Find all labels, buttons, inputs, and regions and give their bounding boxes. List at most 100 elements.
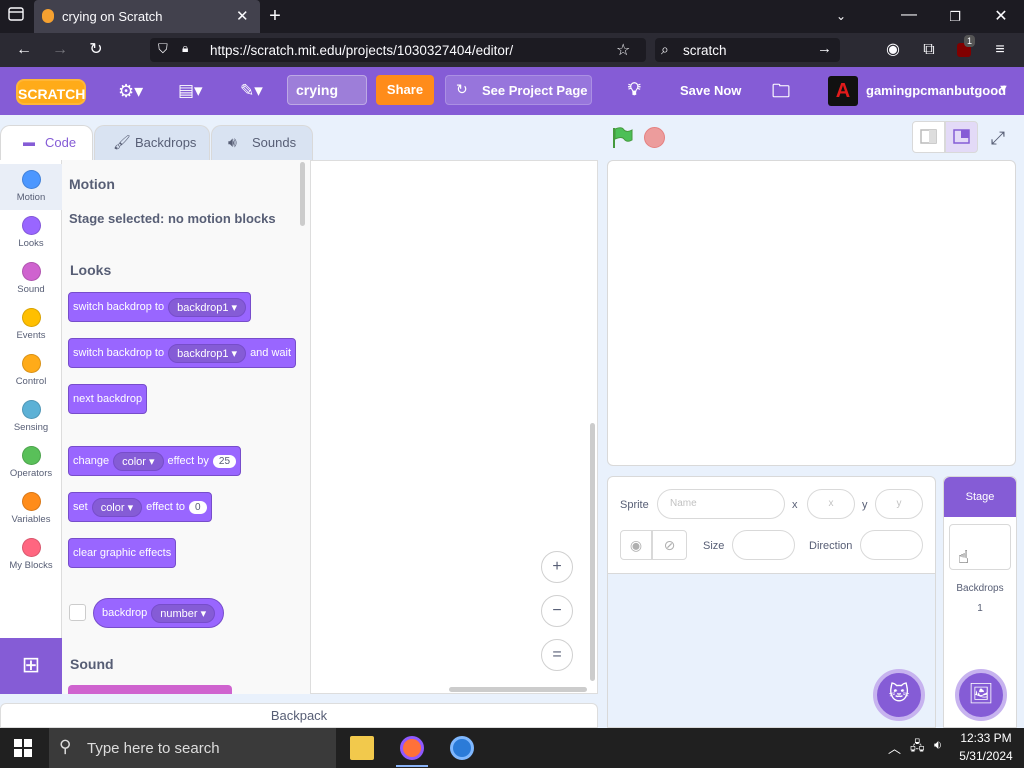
file-menu-icon[interactable]: ▤▾ <box>178 81 203 101</box>
code-workspace[interactable]: + − = <box>311 160 598 694</box>
set-effect-block[interactable]: set color ▾ effect to 0 <box>68 492 212 522</box>
next-backdrop-block[interactable]: next backdrop <box>68 384 148 414</box>
category-my-blocks[interactable]: My Blocks <box>0 532 62 578</box>
block-text: switch backdrop to <box>73 301 165 313</box>
chrome-icon[interactable] <box>450 736 474 760</box>
volume-icon[interactable]: 🔉︎ <box>934 737 942 753</box>
lock-icon[interactable]: 🔒︎ <box>182 41 188 56</box>
backdrop-reporter-block[interactable]: backdrop number ▾ <box>93 598 225 628</box>
firefox-icon[interactable] <box>400 736 424 760</box>
extensions-icon[interactable]: ⧉ <box>918 33 940 67</box>
my-stuff-folder-icon[interactable]: 🗀 <box>772 79 790 109</box>
effect-dropdown[interactable]: color ▾ <box>113 451 164 471</box>
backpack[interactable]: Backpack <box>0 703 598 728</box>
add-sprite-cat-icon[interactable]: 🐱︎ <box>873 669 925 721</box>
category-control[interactable]: Control <box>0 348 62 394</box>
sprite-name-field[interactable]: Name <box>657 489 785 519</box>
clock-date[interactable]: 5/31/2024 <box>958 749 1014 763</box>
bookmark-star-icon[interactable]: ☆ <box>616 40 630 60</box>
category-variables[interactable]: Variables <box>0 486 62 532</box>
zoom-out-button[interactable]: − <box>541 595 573 627</box>
shield-icon[interactable]: ⛉ <box>158 41 168 57</box>
save-now-button[interactable]: Save Now <box>680 83 741 98</box>
account-icon[interactable]: ◉ <box>882 33 904 67</box>
green-flag-icon[interactable] <box>610 126 634 150</box>
avatar[interactable]: A <box>828 76 858 106</box>
close-window-icon[interactable]: ✕ <box>990 0 1012 33</box>
change-effect-block[interactable]: change color ▾ effect by 25 <box>68 446 242 476</box>
small-stage-button[interactable] <box>912 121 945 153</box>
category-operators[interactable]: Operators <box>0 440 62 486</box>
hamburger-menu-icon[interactable]: ≡ <box>988 33 1012 67</box>
add-backdrop-image-icon[interactable]: 🖼︎ <box>955 669 1007 721</box>
backdrop-dropdown[interactable]: backdrop1 ▾ <box>168 343 247 363</box>
taskbar-search-box[interactable]: ⚲ Type here to search <box>49 728 336 768</box>
windows-start-icon[interactable] <box>14 739 34 759</box>
forward-arrow-icon[interactable]: → <box>48 33 72 67</box>
workspace-vertical-scrollbar[interactable] <box>590 423 595 681</box>
project-title-input[interactable]: crying <box>287 75 367 105</box>
workspace-horizontal-scrollbar[interactable] <box>449 687 587 692</box>
category-motion[interactable]: Motion <box>0 164 62 210</box>
stage-canvas[interactable] <box>607 160 1016 466</box>
fullscreen-icon[interactable]: ⤢ <box>985 125 1011 151</box>
browser-tab[interactable]: crying on Scratch ✕ <box>34 0 260 33</box>
block-text: clear graphic effects <box>73 547 172 559</box>
tab-code[interactable]: ▬ Code <box>0 125 93 160</box>
add-extension-button[interactable]: ⊞ <box>0 638 62 694</box>
settings-gear-icon[interactable]: ⚙︎▾ <box>118 81 143 102</box>
file-explorer-icon[interactable] <box>350 736 374 760</box>
switch-backdrop-and-wait-block[interactable]: switch backdrop to backdrop1 ▾ and wait <box>68 338 297 368</box>
effect-by-input[interactable]: 25 <box>212 454 237 468</box>
network-icon[interactable]: 🖧︎ <box>910 737 925 759</box>
lightbulb-icon[interactable]: 💡︎ <box>628 79 641 100</box>
backdrop-reporter-checkbox[interactable] <box>69 604 86 621</box>
large-stage-button[interactable] <box>945 121 978 153</box>
direction-field[interactable] <box>860 530 923 560</box>
x-field[interactable]: x <box>807 489 855 519</box>
clear-graphic-effects-block[interactable]: clear graphic effects <box>68 538 177 568</box>
tray-chevron-up-icon[interactable]: ︿ <box>888 738 901 757</box>
chevron-down-icon[interactable]: ⌄ <box>830 0 852 33</box>
stage-pane-header[interactable]: Stage <box>944 477 1016 517</box>
zoom-reset-button[interactable]: = <box>541 639 573 671</box>
back-arrow-icon[interactable]: ← <box>12 33 36 67</box>
minimize-window-icon[interactable]: — <box>898 0 920 33</box>
search-bar[interactable]: ⌕ scratch → <box>655 38 840 62</box>
sprite-label: Sprite <box>620 499 649 511</box>
size-field[interactable] <box>732 530 795 560</box>
edit-menu-icon[interactable]: ✎▾ <box>240 81 263 101</box>
effect-dropdown[interactable]: color ▾ <box>91 497 143 517</box>
category-sound[interactable]: Sound <box>0 256 62 302</box>
backdrop-number-dropdown[interactable]: number ▾ <box>151 603 216 623</box>
stop-sign-icon[interactable] <box>644 127 665 148</box>
reload-icon[interactable]: ↻ <box>84 33 108 67</box>
tab-list-icon[interactable] <box>4 0 28 33</box>
address-bar[interactable]: ⛉ 🔒︎ https://scratch.mit.edu/projects/10… <box>150 38 646 62</box>
go-arrow-icon[interactable]: → <box>817 40 832 57</box>
zoom-in-button[interactable]: + <box>541 551 573 583</box>
caret-down-icon[interactable]: ▼ <box>998 83 1009 95</box>
see-project-page-button[interactable]: ↻ See Project Page <box>445 75 592 105</box>
y-field[interactable]: y <box>875 489 923 519</box>
category-events[interactable]: Events <box>0 302 62 348</box>
show-sprite-eye-icon[interactable]: ◉ <box>620 530 652 560</box>
category-label: Control <box>15 376 47 387</box>
restore-window-icon[interactable]: ❐ <box>944 0 966 33</box>
scratch-logo[interactable]: SCRATCH <box>16 79 86 105</box>
close-tab-icon[interactable]: ✕ <box>236 7 249 25</box>
palette-scrollbar[interactable] <box>300 162 305 226</box>
effect-to-input[interactable]: 0 <box>189 500 207 514</box>
tab-sounds[interactable]: 🔊︎ Sounds <box>211 125 313 160</box>
tab-backdrops[interactable]: 🖌︎ Backdrops <box>94 125 210 160</box>
category-looks[interactable]: Looks <box>0 210 62 256</box>
username-menu[interactable]: gamingpcmanbutgood <box>866 83 1006 98</box>
backdrop-dropdown[interactable]: backdrop1 ▾ <box>168 297 247 317</box>
switch-backdrop-block[interactable]: switch backdrop to backdrop1 ▾ <box>68 292 252 322</box>
clock-time[interactable]: 12:33 PM <box>958 731 1014 745</box>
category-sensing[interactable]: Sensing <box>0 394 62 440</box>
share-button[interactable]: Share <box>376 75 434 105</box>
sound-block-partial[interactable] <box>68 685 232 694</box>
hide-sprite-eye-icon[interactable]: ⊘ <box>652 530 687 560</box>
new-tab-button[interactable]: + <box>262 0 288 33</box>
